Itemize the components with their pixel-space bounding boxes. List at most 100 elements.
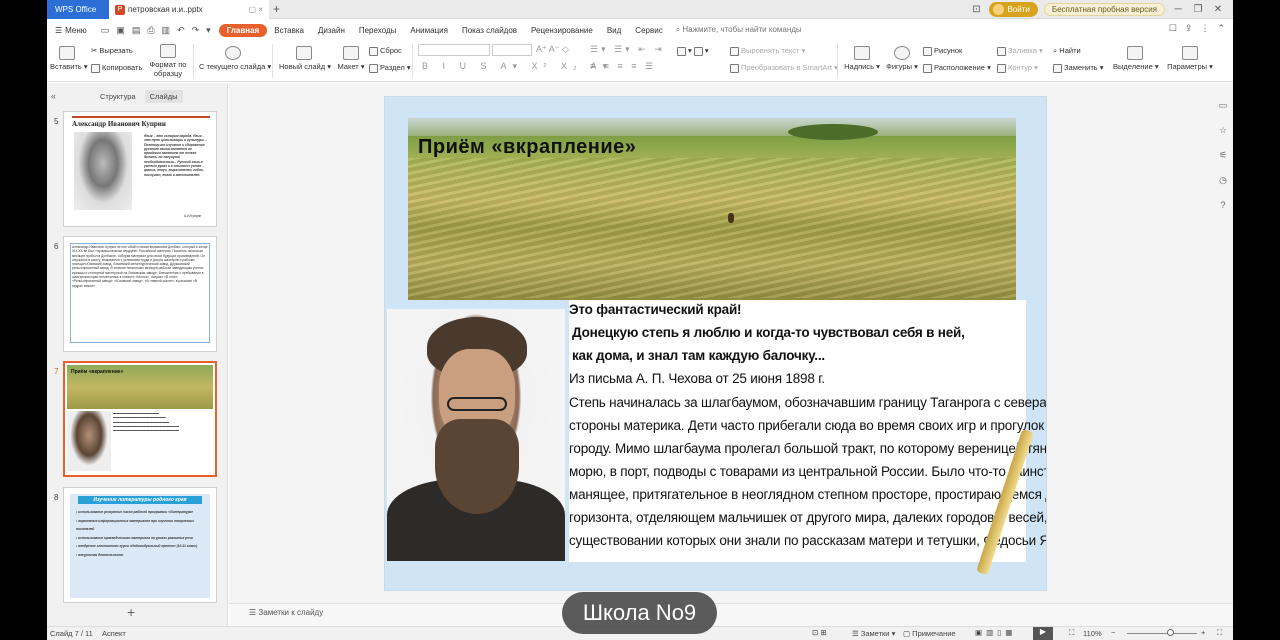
settings-button[interactable]: Параметры ▾ [1165, 46, 1215, 71]
smartart-button[interactable]: Преобразовать в SmartArt ▾ [730, 63, 838, 73]
select-button[interactable]: Выделение ▾ [1113, 46, 1159, 71]
font-size-buttons[interactable]: A⁺ A⁻ ◇ [536, 44, 569, 55]
notes-bar[interactable]: ☰ Заметки к слайду [229, 603, 1233, 626]
zoom-level[interactable]: 110% [1083, 629, 1102, 638]
tab-design[interactable]: Дизайн [311, 26, 352, 35]
tab-home[interactable]: Главная [218, 23, 268, 37]
zoom-slider-thumb[interactable] [1167, 629, 1174, 636]
export-icon[interactable]: ▤ [132, 25, 141, 36]
format-painter-button[interactable]: Формат по образцу [148, 44, 188, 78]
cut-button[interactable]: ✂ Вырезать [91, 46, 133, 55]
zoom-out-icon[interactable]: − [1111, 628, 1115, 637]
text-format-buttons[interactable]: B I U S A▾ X² X₂ A▾ [422, 61, 613, 72]
trial-badge[interactable]: Бесплатная пробная версия [1043, 3, 1165, 16]
minimize-icon[interactable]: ─ [1171, 4, 1185, 15]
panel-icon[interactable]: ▭ [1219, 100, 1228, 111]
align-buttons[interactable]: ≡ ≡ ≡ ≡ ☰ [590, 61, 656, 72]
paste-button[interactable]: Вставить ▾ [50, 46, 88, 71]
preview-icon[interactable]: ▥ [162, 25, 171, 36]
reset-button[interactable]: Сброс [369, 46, 402, 56]
find-button[interactable]: ⌕ Найти [1053, 46, 1081, 56]
tab-transitions[interactable]: Переходы [352, 26, 404, 35]
main-menu-button[interactable]: ☰ Меню [47, 26, 93, 35]
login-button[interactable]: Войти [989, 2, 1038, 17]
menu-row: ☰ Меню ▭ ▣ ▤ ⎙ ▥ ↶ ↷ ▾ Главная Вставка Ди… [47, 20, 1233, 40]
slide-thumbnail-5[interactable]: Александр Иванович Куприн Язык – это ист… [63, 111, 217, 227]
restore-icon[interactable]: ❐ [1191, 4, 1205, 15]
outline-button[interactable]: Контур ▾ [997, 63, 1038, 73]
section-button[interactable]: Раздел ▾ [369, 63, 411, 73]
history-icon[interactable]: ◷ [1219, 175, 1227, 186]
print-icon[interactable]: ⎙ [147, 25, 154, 36]
tab-slides[interactable]: Слайды [144, 89, 183, 103]
current-slide[interactable]: Приём «вкрапление» Это фантастический кр… [384, 96, 1047, 591]
picture-button[interactable]: Рисунок [923, 46, 962, 56]
font-size-select[interactable] [492, 44, 532, 56]
thumb-text: Александр Иванович Куприн не мог обойти … [70, 243, 210, 343]
tab-review[interactable]: Рецензирование [524, 26, 600, 35]
close-tab-icon[interactable]: ▢ × [249, 0, 263, 19]
from-current-slide-button[interactable]: С текущего слайда ▾ [199, 46, 271, 71]
zoom-in-icon[interactable]: + [1201, 628, 1205, 637]
list-buttons[interactable]: ☰▾ ☰▾ ⇤ ⇥ [590, 44, 665, 55]
columns-button[interactable]: ▾ ▾ [677, 46, 709, 56]
layout-icon[interactable]: ⊡ [969, 4, 983, 15]
slide-thumbnail-7[interactable]: Приём «вкрапление» ▬▬▬▬▬▬▬▬▬▬▬▬▬▬ ▬▬▬▬▬▬▬… [63, 361, 217, 477]
document-tab[interactable]: Pпетровская и.и..pptx ▢ × [109, 0, 269, 19]
fullscreen-icon[interactable]: ⛶ [1217, 628, 1222, 638]
share-icon[interactable]: ⇪ [1185, 23, 1193, 34]
text-box[interactable]: Это фантастический край! Донецкую степь … [569, 300, 1046, 562]
close-icon[interactable]: ✕ [1211, 4, 1225, 15]
steppe-photo[interactable]: Приём «вкрапление» [408, 118, 1016, 300]
copy-icon [91, 63, 100, 73]
animation-icon[interactable]: ☆ [1219, 125, 1227, 136]
tab-insert[interactable]: Вставка [267, 26, 311, 35]
zoom-slider[interactable] [1127, 633, 1197, 634]
select-icon [1127, 46, 1143, 60]
slide-thumbnail-8[interactable]: Изучение литературы родного края • испол… [63, 487, 217, 603]
font-name-select[interactable] [418, 44, 490, 56]
copy-button[interactable]: Копировать [91, 63, 142, 73]
align-text-button[interactable]: Выровнять текст ▾ [730, 46, 805, 56]
play-slideshow-button[interactable]: ▶ [1033, 627, 1053, 640]
add-slide-button[interactable]: + [127, 604, 135, 620]
redo-icon[interactable]: ↷ [192, 25, 200, 36]
thumb-list: • использование резервных часов рабочей … [76, 508, 206, 559]
adjust-icon[interactable]: ⚟ [1219, 150, 1227, 161]
textbox-button[interactable]: Надпись ▾ [844, 46, 880, 71]
help-icon[interactable]: ? [1220, 200, 1225, 210]
new-slide-label: Новый слайд [279, 62, 326, 71]
arrange-button[interactable]: Расположение ▾ [923, 63, 991, 73]
view-mode-buttons[interactable]: ▣▥▯▦ [975, 628, 1016, 637]
open-icon[interactable]: ▭ [101, 25, 110, 36]
chekhov-portrait[interactable] [387, 309, 565, 561]
thumb-title: Приём «вкрапление» [71, 369, 124, 375]
new-tab-button[interactable]: + [273, 0, 280, 19]
comment-icon[interactable]: ☐ [1169, 23, 1177, 34]
slide-thumbnail-6[interactable]: Александр Иванович Куприн не мог обойти … [63, 236, 217, 352]
collapse-ribbon-icon[interactable]: ⌃ [1217, 23, 1225, 34]
tab-view[interactable]: Вид [600, 26, 628, 35]
fit-icon[interactable]: ⛶ [1069, 628, 1074, 638]
comment-toggle-button[interactable]: ▢ Примечание [903, 629, 956, 638]
status-icons[interactable]: ⊡ ⊞ [812, 628, 827, 637]
tab-tools[interactable]: Сервис [628, 26, 669, 35]
wps-home-tab[interactable]: WPS Office [47, 0, 109, 19]
tab-animation[interactable]: Анимация [403, 26, 455, 35]
save-icon[interactable]: ▣ [116, 25, 125, 36]
quick-access-more-icon[interactable]: ▾ [206, 25, 211, 36]
new-slide-button[interactable]: Новый слайд ▾ [279, 46, 331, 71]
shapes-button[interactable]: Фигуры ▾ [884, 46, 920, 71]
close-pane-icon[interactable]: « [51, 91, 56, 101]
slide-title[interactable]: Приём «вкрапление» [418, 136, 636, 159]
tab-structure[interactable]: Структура [95, 90, 141, 103]
notes-toggle-button[interactable]: ☰ Заметки ▾ [852, 629, 895, 638]
more-icon[interactable]: ⋮ [1200, 23, 1209, 34]
fill-button[interactable]: Заливка ▾ [997, 46, 1043, 56]
undo-icon[interactable]: ↶ [177, 25, 185, 36]
layout-button[interactable]: Макет ▾ [334, 46, 368, 71]
tab-slideshow[interactable]: Показ слайдов [455, 26, 524, 35]
command-search[interactable]: ⌕ Нажмите, чтобы найти команды [676, 25, 802, 35]
replace-button[interactable]: Заменить ▾ [1053, 63, 1104, 73]
slide-number: 6 [54, 242, 59, 251]
